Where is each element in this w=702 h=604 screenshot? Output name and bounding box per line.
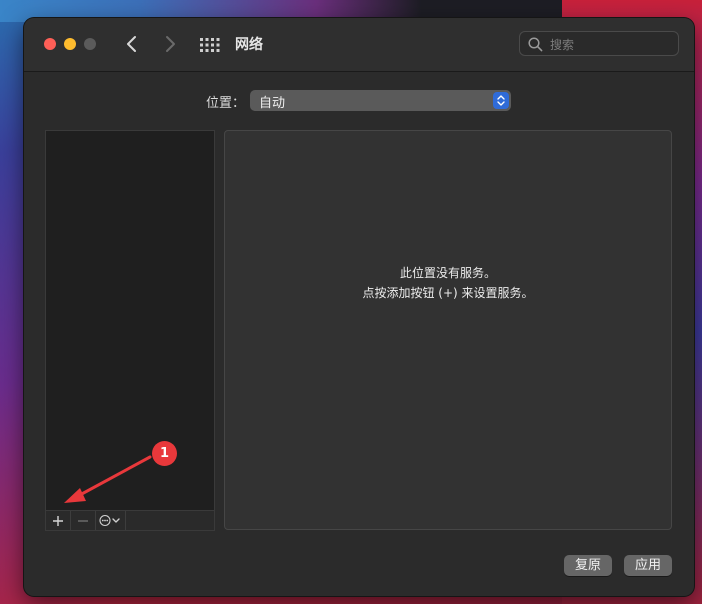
- empty-state-message: 此位置没有服务。 点按添加按钮 (+) 来设置服务。: [225, 263, 671, 303]
- ellipsis-circle-icon: [99, 514, 120, 527]
- chevron-right-icon: [166, 36, 175, 52]
- empty-state-line-2: 点按添加按钮 (+) 来设置服务。: [362, 286, 534, 300]
- chevron-up-down-icon: [497, 95, 505, 106]
- search-field[interactable]: [519, 31, 679, 56]
- empty-state-line-1: 此位置没有服务。: [399, 266, 496, 280]
- location-label: 位置：: [206, 96, 246, 111]
- back-button[interactable]: [120, 31, 144, 57]
- titlebar: 网络: [24, 18, 694, 72]
- location-select[interactable]: 自动: [250, 90, 511, 111]
- forward-button[interactable]: [158, 31, 182, 57]
- grid-icon: [200, 38, 220, 52]
- zoom-button[interactable]: [84, 38, 96, 50]
- minimize-button[interactable]: [64, 38, 76, 50]
- show-all-button[interactable]: [200, 37, 220, 53]
- window-title: 网络: [235, 37, 263, 53]
- apply-button[interactable]: 应用: [624, 555, 672, 576]
- add-service-button[interactable]: [46, 511, 71, 530]
- select-stepper: [493, 92, 509, 109]
- search-icon: [528, 37, 543, 52]
- service-list-toolbar: [45, 510, 215, 531]
- chevron-left-icon: [127, 36, 136, 52]
- annotation-badge: 1: [152, 441, 177, 466]
- search-input[interactable]: [548, 34, 676, 55]
- location-value: 自动: [259, 96, 286, 111]
- service-detail-panel: 此位置没有服务。 点按添加按钮 (+) 来设置服务。: [224, 130, 672, 530]
- plus-icon: [53, 516, 63, 526]
- minus-icon: [78, 520, 88, 522]
- service-list[interactable]: [45, 130, 215, 511]
- revert-button[interactable]: 复原: [564, 555, 612, 576]
- network-preferences-window: 网络 位置： 自动: [24, 18, 694, 596]
- remove-service-button[interactable]: [70, 511, 96, 530]
- action-menu-button[interactable]: [95, 511, 126, 530]
- close-button[interactable]: [44, 38, 56, 50]
